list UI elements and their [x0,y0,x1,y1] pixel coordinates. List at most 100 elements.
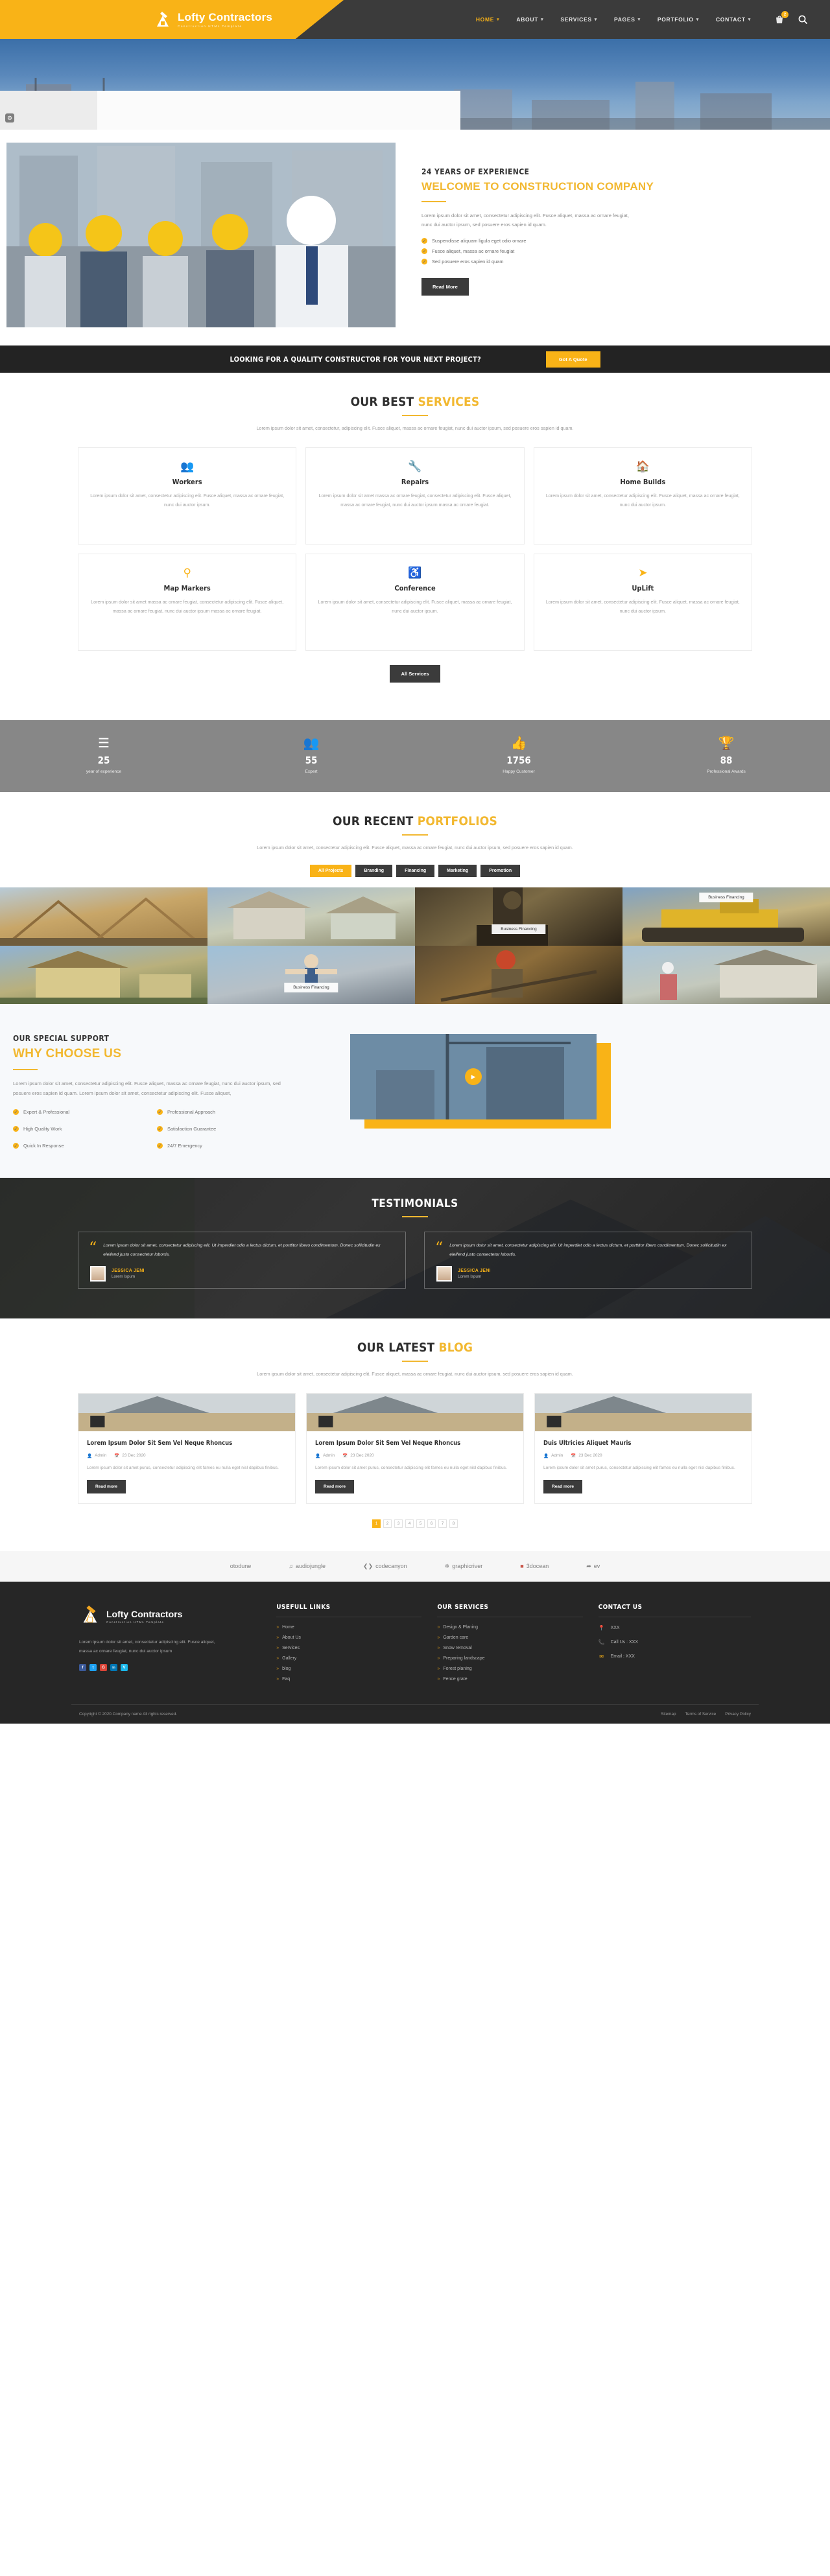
read-more-button[interactable]: Read more [543,1479,583,1493]
footer-link-privacy[interactable]: Privacy Policy [725,1712,751,1716]
blog-meta: 👤 Admin 📅 23 Dec 2020 [87,1453,287,1458]
page-3[interactable]: 3 [394,1519,403,1528]
filter-branding[interactable]: Branding [355,865,393,878]
footer-link-faq[interactable]: » Faq [276,1677,421,1681]
portfolio-item[interactable] [0,887,208,946]
blog-card[interactable]: Duis Ultricies Aliquet Mauris 👤 Admin 📅 23… [534,1392,752,1504]
page-4[interactable]: 4 [405,1519,414,1528]
google-plus-icon[interactable]: G [100,1664,107,1672]
client-logo-graphicriver[interactable]: ❄ graphicriver [445,1563,483,1570]
social-links[interactable]: f t G in V [79,1664,261,1672]
play-icon[interactable]: ▶ [465,1068,482,1086]
brand-logo[interactable]: Lofty Contractors Construction HTML Temp… [153,10,272,29]
hero-content-panel [97,91,460,130]
filter-all-projects[interactable]: All Projects [309,865,352,878]
code-icon: ❮❯ [363,1562,374,1569]
nav-item-about[interactable]: ABOUT ▾ [516,16,543,23]
service-card-map-markers[interactable]: ⚲ Map Markers Lorem ipsum dolor sit amet… [78,553,297,651]
stat-label: Happy Customer [503,769,535,774]
read-more-button[interactable]: Read More [421,278,469,296]
portfolio-item[interactable] [622,946,830,1005]
footer-service-design-planing[interactable]: » Design & Planing [437,1625,582,1630]
filter-financing[interactable]: Financing [396,865,435,878]
client-logo-ev[interactable]: ➦ ev [586,1563,600,1570]
footer-contact-column: CONTACT US 📍 XXX 📞 Call Us : XXX ✉ Email… [598,1604,751,1687]
page-7[interactable]: 7 [438,1519,447,1528]
cta-headline: LOOKING FOR A QUALITY CONSTRUCTOR FOR YO… [230,355,481,364]
page-1[interactable]: 1 [372,1519,381,1528]
get-a-quote-button[interactable]: Got A Quote [545,351,600,368]
portfolio-item[interactable] [0,946,208,1005]
footer-link-services[interactable]: » Services [276,1646,421,1650]
link-label: Gallery [282,1656,297,1661]
nav-item-contact[interactable]: CONTACT ▾ [716,16,751,23]
cart-icon[interactable]: 2 [774,11,788,25]
nav-item-portfolio[interactable]: PORTFOLIO ▾ [658,16,699,23]
client-logo-otodune[interactable]: otodune [230,1563,252,1569]
nav-item-services[interactable]: SERVICES ▾ [560,16,597,23]
service-card-uplift[interactable]: ➤ UpLift Lorem ipsum dolor sit amet, con… [533,553,752,651]
client-logo-codecanyon[interactable]: ❮❯ codecanyon [363,1563,407,1570]
footer-service-preparing-landscape[interactable]: » Preparing landscape [437,1656,582,1661]
portfolio-item[interactable] [415,946,622,1005]
service-card-workers[interactable]: 👥 Workers Lorem ipsum dolor sit amet, co… [78,447,297,544]
read-more-button[interactable]: Read more [87,1479,126,1493]
twitter-icon[interactable]: t [89,1664,97,1672]
footer-link-about-us[interactable]: » About Us [276,1635,421,1640]
main-navigation[interactable]: HOME ▾ ABOUT ▾ SERVICES ▾ PAGES ▾ PORTFO… [476,11,830,25]
footer-service-fence-grate[interactable]: » Fence grate [437,1677,582,1681]
page-6[interactable]: 6 [427,1519,436,1528]
post-date: 23 Dec 2020 [578,1453,602,1458]
filter-promotion[interactable]: Promotion [480,865,521,878]
portfolio-item[interactable]: Business Financing [622,887,830,946]
chevron-right-icon: » [437,1656,440,1661]
portfolio-item[interactable]: Business Financing [208,946,415,1005]
portfolio-item[interactable] [208,887,415,946]
footer-link-terms[interactable]: Terms of Service [685,1712,717,1716]
footer-service-garden-care[interactable]: » Garden care [437,1635,582,1640]
footer-link-gallery[interactable]: » Gallery [276,1656,421,1661]
service-card-repairs[interactable]: 🔧 Repairs Lorem ipsum dolor sit amet mas… [305,447,525,544]
list-item: ✓ 24/7 Emergency [157,1142,292,1149]
filter-marketing[interactable]: Marketing [438,865,477,878]
nav-item-home[interactable]: HOME ▾ [476,16,500,23]
footer-link-blog[interactable]: » blog [276,1667,421,1671]
footer-brand[interactable]: Lofty Contractors Construction HTML Temp… [79,1604,261,1629]
page-8[interactable]: 8 [449,1519,458,1528]
all-services-button[interactable]: All Services [390,664,440,683]
linkedin-icon[interactable]: in [110,1664,117,1672]
page-5[interactable]: 5 [416,1519,425,1528]
read-more-button[interactable]: Read more [315,1479,355,1493]
nav-item-pages[interactable]: PAGES ▾ [614,16,641,23]
facebook-icon[interactable]: f [79,1664,86,1672]
vimeo-icon[interactable]: V [121,1664,128,1672]
footer-link-sitemap[interactable]: Sitemap [661,1712,676,1716]
service-name: Workers [172,477,202,486]
link-label: Design & Planing [443,1624,479,1630]
footer-link-home[interactable]: » Home [276,1625,421,1630]
pagination[interactable]: 1 2 3 4 5 6 7 8 [71,1519,759,1528]
portfolio-filter-bar[interactable]: All Projects Branding Financing Marketin… [71,865,759,878]
client-logo-audiojungle[interactable]: ♫ audiojungle [289,1563,326,1569]
blog-card[interactable]: Lorem Ipsum Dolor Sit Sem Vel Neque Rhon… [78,1392,296,1504]
meta-date: 📅 23 Dec 2020 [114,1453,145,1458]
blog-card[interactable]: Lorem Ipsum Dolor Sit Sem Vel Neque Rhon… [306,1392,524,1504]
testimonials-grid: “ Lorem ipsum dolor sit amet, consectetu… [71,1231,759,1289]
check-circle-icon: ✓ [421,238,427,244]
service-card-home-builds[interactable]: 🏠 Home Builds Lorem ipsum dolor sit amet… [533,447,752,544]
footer-service-forest-planing[interactable]: » Forest planing [437,1667,582,1671]
client-logo-3docean[interactable]: ■ 3docean [520,1563,549,1569]
promo-video[interactable]: ▶ [350,1034,597,1120]
blog-excerpt: Lorem ipsum dolor sit amet purus, consec… [543,1465,735,1470]
contact-phone[interactable]: 📞 Call Us : XXX [599,1639,751,1645]
portfolio-item[interactable]: Business Financing [415,887,622,946]
link-label: Fence grate [443,1676,468,1681]
footer-service-snow-removal[interactable]: » Snow removal [437,1646,582,1650]
search-icon[interactable] [798,14,808,25]
gear-icon[interactable]: ⚙ [5,113,14,123]
contact-email[interactable]: ✉ Email : XXX [599,1654,751,1659]
service-card-conference[interactable]: ♿ Conference Lorem ipsum dolor sit amet,… [305,553,525,651]
page-2[interactable]: 2 [383,1519,392,1528]
title-accent: SERVICES [418,395,480,409]
footer-legal-links[interactable]: Sitemap Terms of Service Privacy Policy [661,1712,751,1716]
